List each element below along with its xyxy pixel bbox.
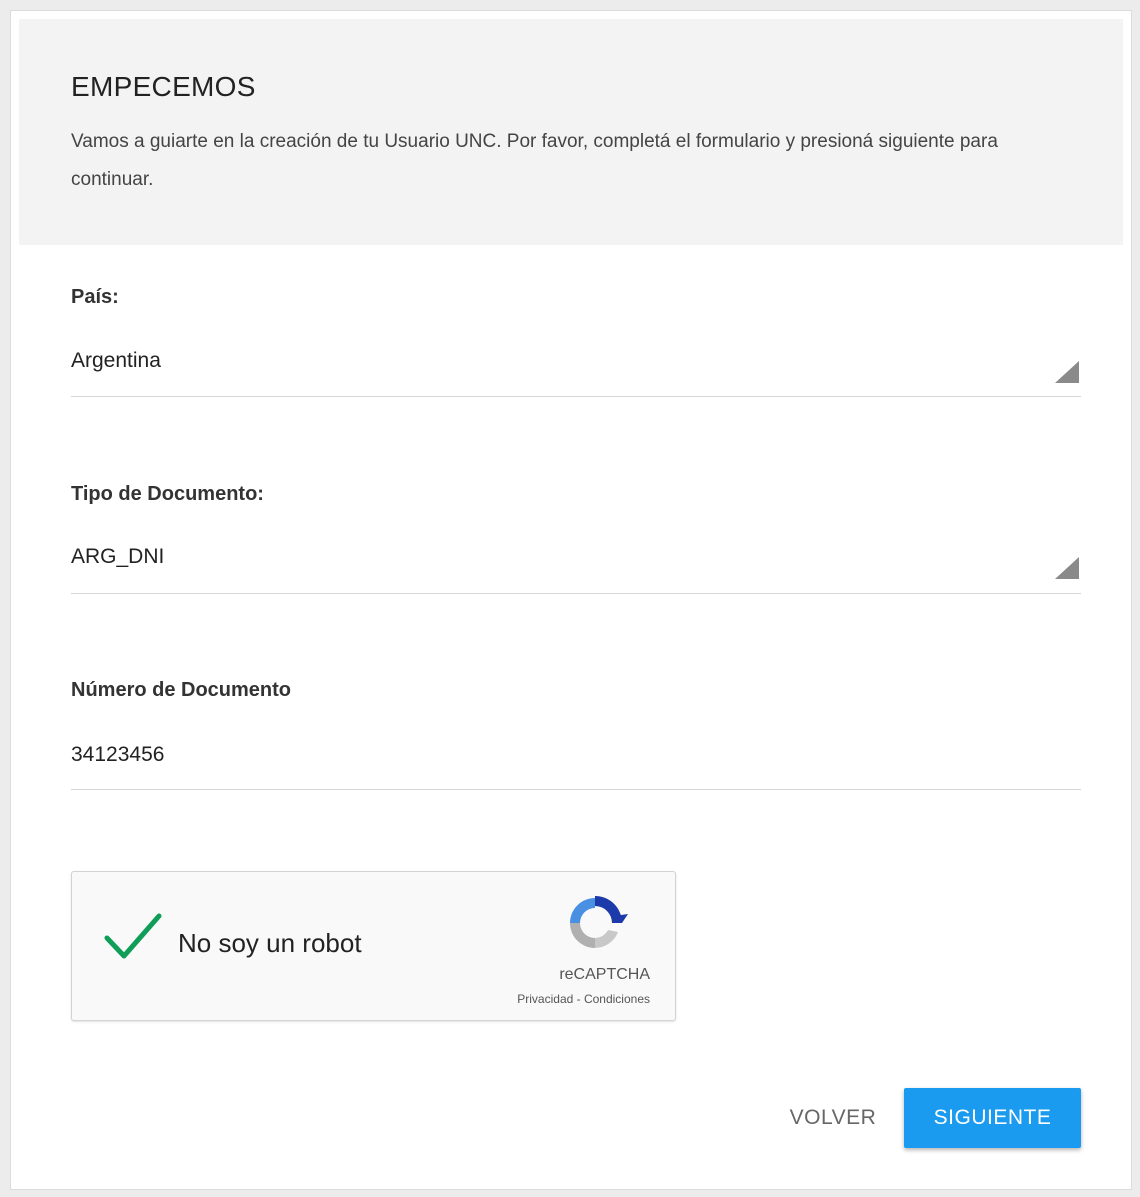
country-label: País:: [71, 286, 119, 308]
card-header: EMPECEMOS Vamos a guiarte en la creación…: [19, 19, 1123, 245]
doc-type-select[interactable]: ARG_DNI: [71, 545, 164, 569]
back-button[interactable]: VOLVER: [781, 1089, 885, 1147]
next-button[interactable]: SIGUIENTE: [904, 1088, 1081, 1148]
page-subtitle: Vamos a guiarte en la creación de tu Usu…: [71, 131, 998, 190]
doc-type-label: Tipo de Documento:: [71, 483, 264, 505]
signup-card: EMPECEMOS Vamos a guiarte en la creación…: [10, 10, 1132, 1190]
recaptcha-widget: No soy un robot reCAPTCHA Privacidad - C…: [71, 871, 676, 1021]
country-select[interactable]: Argentina: [71, 349, 161, 373]
recaptcha-brand: reCAPTCHA: [559, 966, 650, 983]
check-icon[interactable]: [104, 912, 162, 962]
captcha-label: No soy un robot: [178, 928, 362, 958]
doc-number-input[interactable]: 34123456: [71, 743, 164, 767]
doc-type-underline: [71, 593, 1081, 594]
country-underline: [71, 396, 1081, 397]
doc-number-underline: [71, 789, 1081, 790]
page-title: EMPECEMOS: [71, 71, 256, 102]
doc-number-label: Número de Documento: [71, 679, 292, 701]
recaptcha-logo-icon: [570, 896, 628, 948]
dropdown-arrow-icon[interactable]: [1055, 361, 1079, 383]
recaptcha-links[interactable]: Privacidad - Condiciones: [517, 992, 650, 1006]
dropdown-arrow-icon[interactable]: [1055, 557, 1079, 579]
